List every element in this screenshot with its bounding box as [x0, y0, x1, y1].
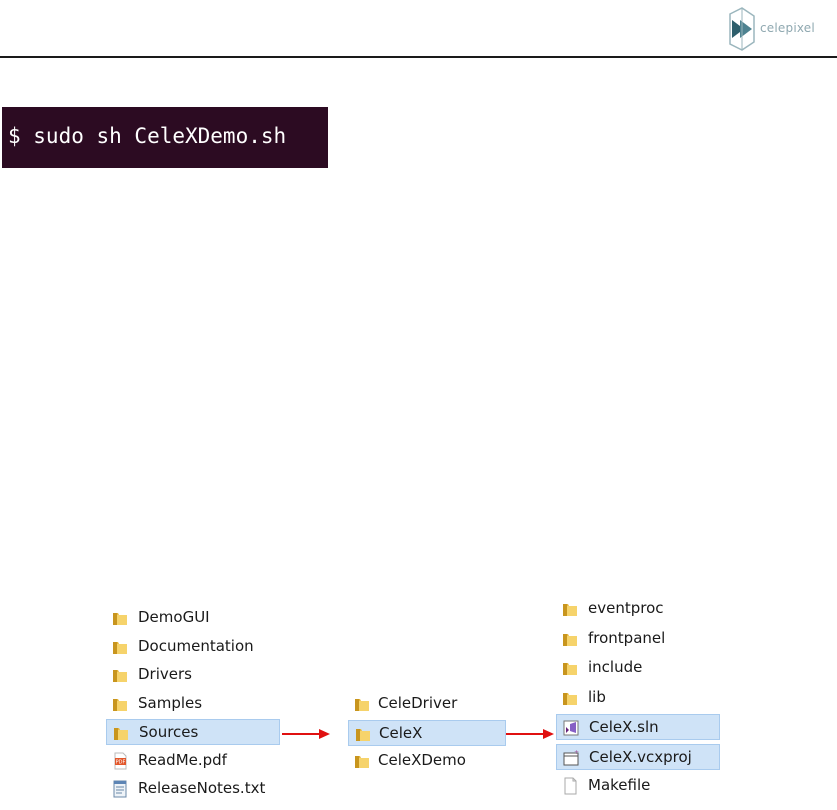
file-name-label: Sources — [139, 723, 199, 741]
file-name-label: DemoGUI — [138, 608, 210, 626]
file-name-label: eventproc — [588, 599, 664, 617]
celepixel-logo: celepixel — [726, 4, 832, 54]
celex-item-eventproc[interactable]: eventproc — [556, 596, 720, 622]
file-name-label: CeleX.sln — [589, 718, 659, 736]
file-name-label: include — [588, 658, 643, 676]
file-name-label: CeleX — [379, 723, 423, 742]
file-name-label: frontpanel — [588, 628, 666, 647]
celepixel-mark-icon — [729, 7, 755, 51]
terminal-command: $ sudo sh CeleXDemo.sh — [8, 124, 287, 148]
celex-item-celex-vcxproj[interactable]: ++ CeleX.vcxproj — [556, 743, 720, 770]
sources-item-celexdemo[interactable]: CeleXDemo — [348, 748, 506, 774]
navigation-arrow-1 — [282, 729, 330, 739]
root-item-sources[interactable]: Sources — [106, 719, 280, 745]
navigation-arrow-2 — [506, 729, 554, 739]
celex-item-makefile[interactable]: Makefile — [556, 773, 720, 799]
file-name-label: CeleDriver — [378, 694, 458, 712]
sources-item-celex[interactable]: CeleX — [348, 719, 506, 746]
file-name-label: Drivers — [138, 665, 192, 683]
root-item-drivers[interactable]: Drivers — [106, 662, 280, 688]
celex-item-include[interactable]: include — [556, 655, 720, 681]
vs-solution-icon — [563, 719, 579, 737]
file-name-label: lib — [588, 687, 606, 706]
celex-item-lib[interactable]: lib — [556, 685, 720, 711]
folder-icon — [562, 689, 578, 707]
file-name-label: ReadMe.pdf — [138, 750, 227, 769]
terminal-snippet: $ sudo sh CeleXDemo.sh — [2, 107, 328, 168]
file-name-label: Samples — [138, 693, 203, 712]
file-name-label: CeleX.vcxproj — [589, 747, 692, 766]
root-item-documentation[interactable]: Documentation — [106, 634, 280, 660]
folder-icon — [354, 695, 370, 713]
header-divider — [0, 56, 837, 58]
file-name-label: CeleXDemo — [378, 751, 466, 769]
blank-file-icon — [562, 777, 578, 795]
svg-text:++: ++ — [574, 749, 579, 756]
celex-item-frontpanel[interactable]: frontpanel — [556, 626, 720, 652]
svg-text:PDF: PDF — [116, 759, 126, 765]
celex-item-celex-sln[interactable]: CeleX.sln — [556, 714, 720, 740]
sources-item-celedriver[interactable]: CeleDriver — [348, 691, 506, 717]
folder-icon — [562, 659, 578, 677]
root-item-releasenotes-txt[interactable]: ReleaseNotes.txt — [106, 776, 280, 802]
folder-icon — [562, 600, 578, 618]
folder-icon — [562, 630, 578, 648]
file-name-label: ReleaseNotes.txt — [138, 779, 266, 797]
logo-text: celepixel — [760, 21, 815, 35]
folder-icon — [354, 752, 370, 770]
folder-icon — [112, 609, 128, 627]
folder-icon — [355, 725, 371, 743]
text-file-icon — [112, 780, 128, 798]
root-item-readme-pdf[interactable]: PDF ReadMe.pdf — [106, 748, 280, 774]
root-item-samples[interactable]: Samples — [106, 691, 280, 717]
file-name-label: Makefile — [588, 776, 651, 794]
vcxproj-file-icon: ++ — [563, 749, 584, 767]
pdf-file-icon: PDF — [112, 752, 128, 770]
folder-icon — [112, 695, 128, 713]
folder-icon — [112, 638, 128, 656]
folder-icon — [112, 666, 128, 684]
folder-icon — [113, 724, 129, 742]
file-name-label: Documentation — [138, 636, 254, 655]
root-item-demogui[interactable]: DemoGUI — [106, 605, 280, 631]
